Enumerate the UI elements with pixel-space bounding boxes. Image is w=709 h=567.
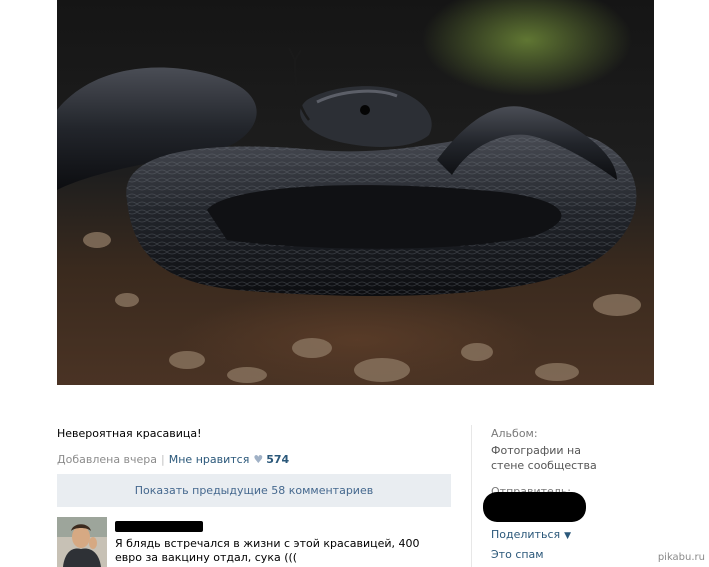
comment-author-redacted [115,521,203,532]
album-label: Альбом: [491,427,538,440]
meta-separator: | [161,453,165,466]
post-photo[interactable] [57,0,654,385]
heart-icon[interactable]: ♥ [253,453,263,466]
spam-link[interactable]: Это спам [491,548,544,561]
sender-redacted [483,492,586,522]
like-link[interactable]: Мне нравится [169,453,250,466]
chevron-down-icon: ▼ [564,531,572,541]
post-meta: Добавлена вчера | Мне нравится ♥ 574 [57,453,289,466]
comment-text: Я блядь встречался в жизни с этой красав… [115,537,420,564]
like-count: 574 [266,453,290,466]
share-button[interactable]: Поделиться ▼ [491,528,571,541]
added-date: Добавлена вчера [57,453,158,466]
show-previous-comments-button[interactable]: Показать предыдущие 58 комментариев [57,474,451,507]
share-label: Поделиться [491,528,561,541]
album-link[interactable]: Фотографии на стене сообщества [491,443,616,473]
watermark: pikabu.ru [657,552,705,563]
comment: Я блядь встречался в жизни с этой красав… [57,517,451,567]
avatar[interactable] [57,517,107,567]
post-caption: Невероятная красавица! [57,427,202,440]
column-divider [471,425,472,567]
